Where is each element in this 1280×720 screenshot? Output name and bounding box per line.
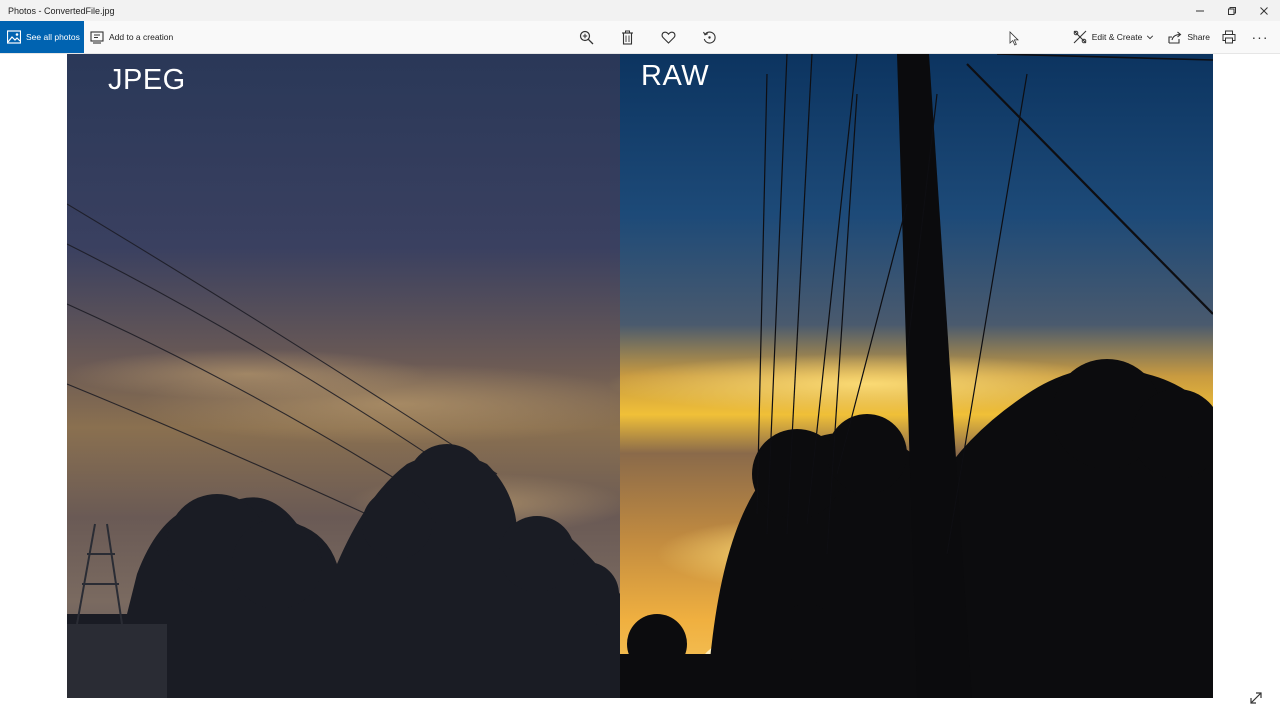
mouse-cursor-icon (1009, 31, 1019, 46)
rotate-button[interactable] (699, 26, 721, 48)
right-tools: Edit & Create Share (1059, 21, 1240, 53)
delete-button[interactable] (617, 26, 639, 48)
minimize-icon (1196, 10, 1204, 11)
favorite-icon (661, 31, 676, 44)
delete-icon (622, 30, 633, 45)
photo-image (67, 54, 1213, 698)
title-bar: Photos - ConvertedFile.jpg (0, 0, 1280, 21)
favorite-button[interactable] (658, 26, 680, 48)
more-options-button[interactable]: ··· (1248, 21, 1272, 53)
share-label: Share (1187, 32, 1210, 42)
share-button[interactable]: Share (1168, 30, 1210, 44)
edit-create-label: Edit & Create (1091, 32, 1143, 42)
edit-create-icon (1073, 30, 1087, 44)
toolbar: See all photos Add to a creation Edit & … (0, 21, 1280, 54)
window-title: Photos - ConvertedFile.jpg (8, 5, 115, 16)
center-tools (566, 21, 730, 53)
restore-icon (1228, 6, 1236, 15)
zoom-button[interactable] (576, 26, 598, 48)
minimize-button[interactable] (1184, 0, 1216, 21)
rotate-icon (703, 30, 716, 44)
edit-create-button[interactable]: Edit & Create (1073, 30, 1155, 44)
add-creation-icon (90, 31, 104, 44)
add-to-creation-button[interactable]: Add to a creation (90, 21, 173, 53)
window-controls (1184, 0, 1280, 21)
zoom-in-icon (579, 30, 594, 44)
expand-icon[interactable] (1248, 690, 1264, 706)
close-button[interactable] (1248, 0, 1280, 21)
photo-viewer[interactable]: JPEG RAW (67, 54, 1213, 698)
see-all-photos-button[interactable]: See all photos (0, 21, 84, 53)
see-all-photos-label: See all photos (26, 32, 80, 42)
share-icon (1168, 31, 1182, 44)
chevron-down-icon (1147, 35, 1154, 40)
photo-gallery-icon (7, 30, 21, 44)
restore-button[interactable] (1216, 0, 1248, 21)
add-to-creation-label: Add to a creation (109, 32, 174, 42)
jpeg-label: JPEG (108, 64, 186, 96)
print-icon (1222, 30, 1236, 44)
raw-label: RAW (641, 60, 710, 92)
close-icon (1260, 6, 1268, 15)
print-button[interactable] (1218, 26, 1240, 48)
